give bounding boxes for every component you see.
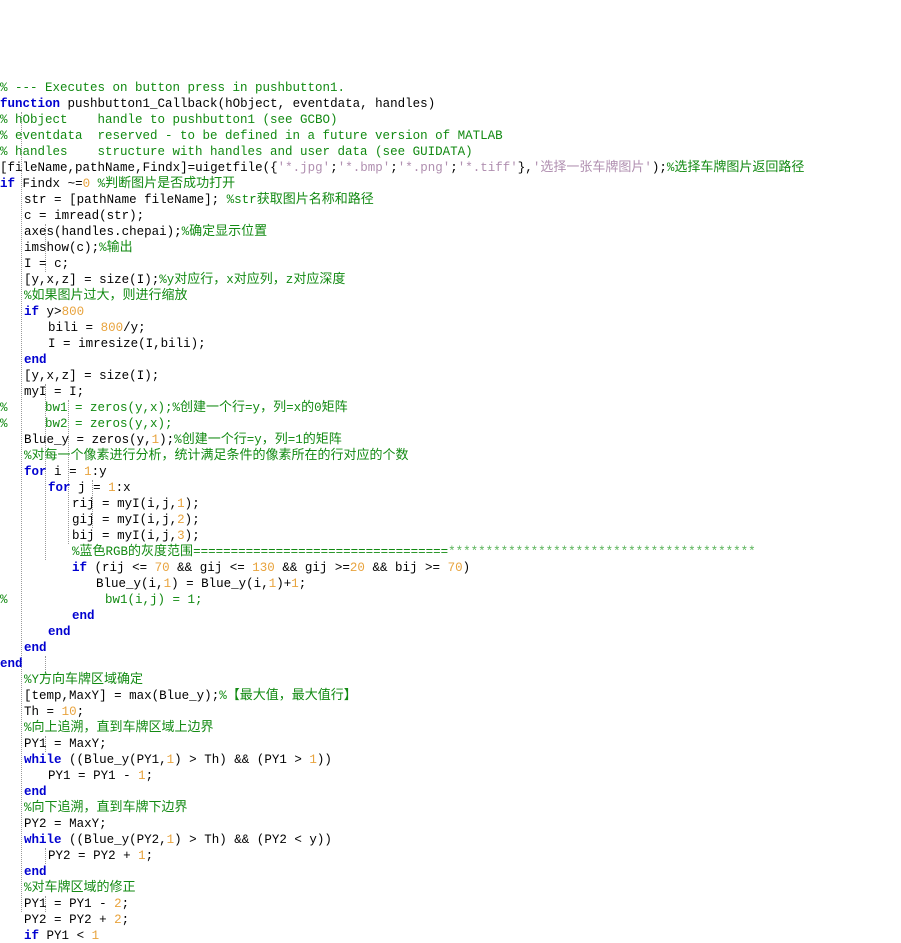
code-line[interactable]: PY1 = MaxY; [0,736,901,752]
code-line[interactable]: end [0,864,901,880]
code-line[interactable]: I = c; [0,256,901,272]
code-line[interactable]: % eventdata reserved - to be defined in … [0,128,901,144]
code-line[interactable]: c = imread(str); [0,208,901,224]
code-line[interactable]: if PY1 < 1 [0,928,901,943]
code-line[interactable]: [fileName,pathName,Findx]=uigetfile({'*.… [0,160,901,176]
code-line[interactable]: %对每一个像素进行分析，统计满足条件的像素所在的行对应的个数 [0,448,901,464]
code-line[interactable]: myI = I; [0,384,901,400]
code-line[interactable]: % bw1 = zeros(y,x);%创建一个行=y，列=x的0矩阵 [0,400,901,416]
code-line[interactable]: [y,x,z] = size(I);%y对应行，x对应列，z对应深度 [0,272,901,288]
code-line[interactable]: for j = 1:x [0,480,901,496]
code-line[interactable]: % bw2 = zeros(y,x); [0,416,901,432]
code-line[interactable]: % bw1(i,j) = 1; [0,592,901,608]
code-line[interactable]: bij = myI(i,j,3); [0,528,901,544]
code-text[interactable]: % --- Executes on button press in pushbu… [0,80,901,943]
code-line[interactable]: % --- Executes on button press in pushbu… [0,80,901,96]
code-line[interactable]: str = [pathName fileName]; %str获取图片名称和路径 [0,192,901,208]
code-line[interactable]: function pushbutton1_Callback(hObject, e… [0,96,901,112]
code-line[interactable]: rij = myI(i,j,1); [0,496,901,512]
code-line[interactable]: Blue_y(i,1) = Blue_y(i,1)+1; [0,576,901,592]
code-line[interactable]: %向下追溯，直到车牌下边界 [0,800,901,816]
code-line[interactable]: % hObject handle to pushbutton1 (see GCB… [0,112,901,128]
code-line[interactable]: if Findx ~=0 %判断图片是否成功打开 [0,176,901,192]
code-line[interactable]: axes(handles.chepai);%确定显示位置 [0,224,901,240]
code-line[interactable]: gij = myI(i,j,2); [0,512,901,528]
code-line[interactable]: %如果图片过大，则进行缩放 [0,288,901,304]
code-line[interactable]: [temp,MaxY] = max(Blue_y);%【最大值，最大值行】 [0,688,901,704]
code-line[interactable]: PY2 = PY2 + 2; [0,912,901,928]
code-line[interactable]: if (rij <= 70 && gij <= 130 && gij >=20 … [0,560,901,576]
code-line[interactable]: %蓝色RGB的灰度范围=============================… [0,544,901,560]
code-line[interactable]: %Y方向车牌区域确定 [0,672,901,688]
code-line[interactable]: if y>800 [0,304,901,320]
code-line[interactable]: bili = 800/y; [0,320,901,336]
code-line[interactable]: imshow(c);%输出 [0,240,901,256]
code-line[interactable]: while ((Blue_y(PY2,1) > Th) && (PY2 < y)… [0,832,901,848]
code-line[interactable]: [y,x,z] = size(I); [0,368,901,384]
code-line[interactable]: %对车牌区域的修正 [0,880,901,896]
code-line[interactable]: end [0,656,901,672]
code-editor-pane[interactable]: % --- Executes on button press in pushbu… [0,0,901,943]
code-line[interactable]: % handles structure with handles and use… [0,144,901,160]
code-line[interactable]: I = imresize(I,bili); [0,336,901,352]
code-line[interactable]: Blue_y = zeros(y,1);%创建一个行=y，列=1的矩阵 [0,432,901,448]
code-line[interactable]: PY2 = PY2 + 1; [0,848,901,864]
code-line[interactable]: PY1 = PY1 - 2; [0,896,901,912]
code-line[interactable]: end [0,784,901,800]
code-line[interactable]: end [0,608,901,624]
code-line[interactable]: PY2 = MaxY; [0,816,901,832]
code-line[interactable]: end [0,624,901,640]
code-line[interactable]: %向上追溯，直到车牌区域上边界 [0,720,901,736]
code-line[interactable]: Th = 10; [0,704,901,720]
code-line[interactable]: PY1 = PY1 - 1; [0,768,901,784]
code-line[interactable]: while ((Blue_y(PY1,1) > Th) && (PY1 > 1)… [0,752,901,768]
code-line[interactable]: for i = 1:y [0,464,901,480]
code-line[interactable]: end [0,352,901,368]
code-line[interactable]: end [0,640,901,656]
